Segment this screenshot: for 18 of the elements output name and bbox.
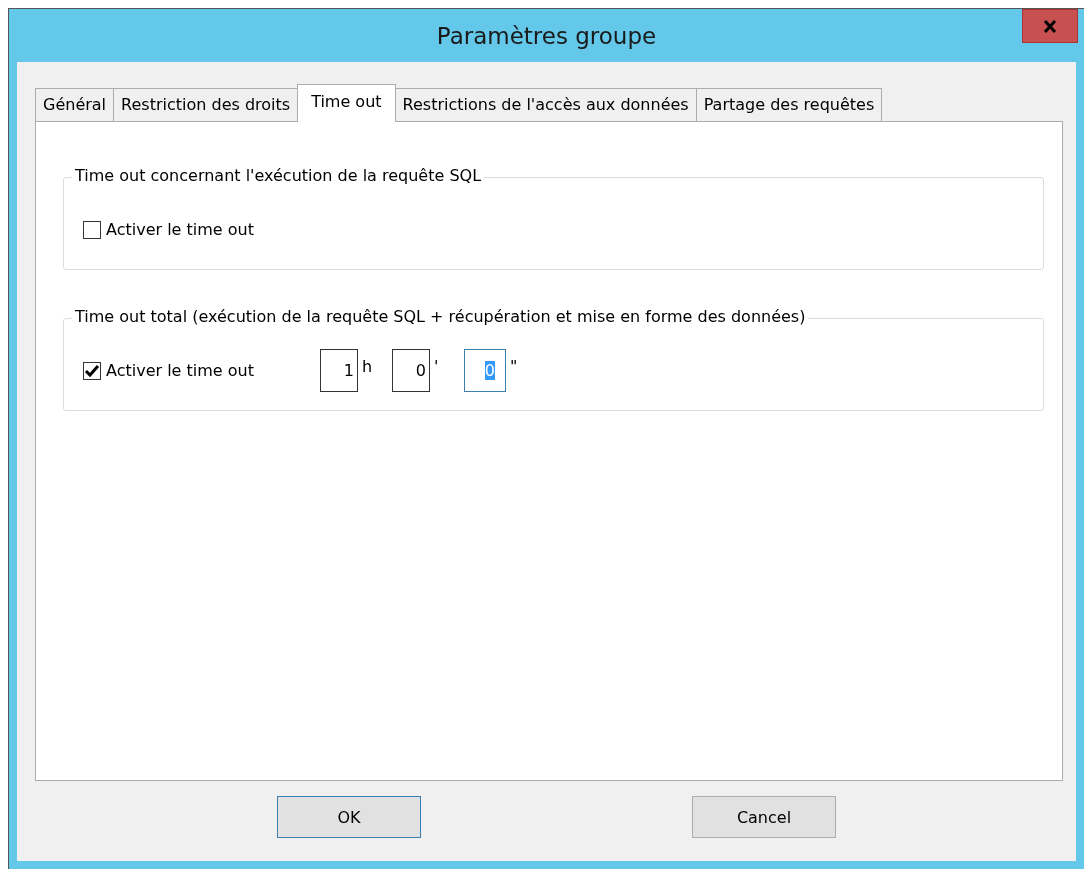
window-title: Paramètres groupe [436,22,657,49]
number-field[interactable]: 1 [320,349,358,392]
number-field[interactable]: 0 [392,349,430,392]
group-label: Time out total (exécution de la requête SQL + récupération et mise en forme des données) [72,307,809,326]
unit-label: " [509,356,519,376]
dialog-button[interactable]: Cancel [692,796,836,838]
dialog-button[interactable]: OK [277,796,421,838]
close-icon [1043,19,1057,33]
tab[interactable]: Général [35,88,115,121]
tab[interactable]: Partage des requêtes [695,88,883,121]
unit-label: ' [433,356,440,376]
group-label: Time out concernant l'exécution de la requête SQL [72,166,485,185]
unit-label: h [361,356,374,376]
tab[interactable]: Time out [297,84,396,122]
checkmark-icon [84,363,100,378]
checkbox[interactable]: Activer le time out [83,220,320,239]
close-button[interactable] [1022,9,1078,43]
checkbox[interactable]: Activer le time out [83,361,320,380]
